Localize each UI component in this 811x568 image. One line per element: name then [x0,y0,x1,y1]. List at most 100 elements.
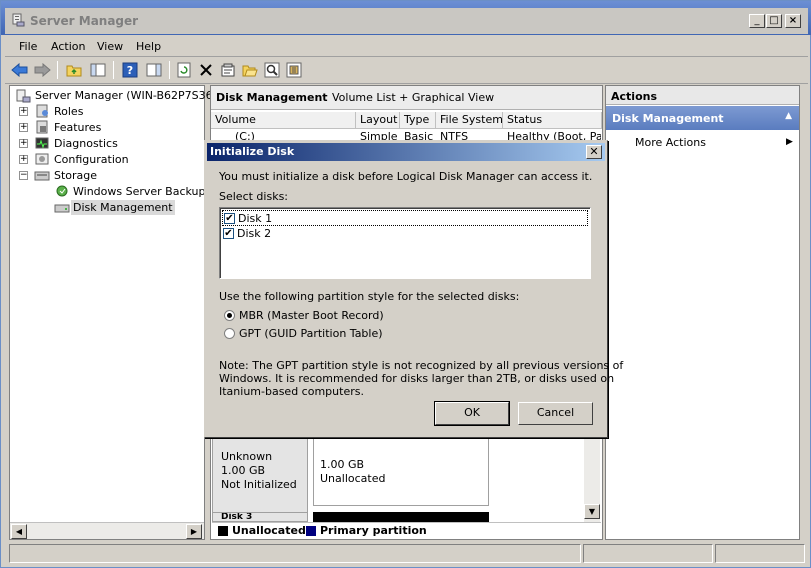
actions-section-disk-management[interactable]: Disk Management ▲ [606,106,799,130]
back-icon[interactable] [11,61,29,79]
forward-icon[interactable] [33,61,51,79]
dialog-title-bar: Initialize Disk ✕ [207,143,605,161]
open-folder-icon[interactable] [241,61,259,79]
tree-item-diagnostics[interactable]: Diagnostics [54,137,118,150]
expand-diagnostics-icon[interactable]: + [19,139,28,148]
column-status[interactable]: Status [503,112,602,129]
scroll-right-icon[interactable]: ▶ [186,524,202,539]
next-disk-header[interactable]: Disk 3 [212,512,308,522]
unallocated-swatch [218,526,228,536]
server-manager-icon [12,13,25,27]
mbr-label[interactable]: MBR (Master Boot Record) [239,309,384,322]
tree-item-windows-server-backup[interactable]: Windows Server Backup [73,185,206,198]
disk-management-icon [54,204,70,213]
gpt-note-line-2: Windows. It is recommended for disks lar… [219,372,615,385]
mbr-radio[interactable] [224,310,235,321]
search-icon[interactable] [263,61,281,79]
collapse-up-icon[interactable]: ▲ [785,111,792,121]
primary-partition-swatch [306,526,316,536]
dialog-title: Initialize Disk [210,145,295,158]
toolbar: ? [5,57,808,84]
next-disk-bar [313,512,489,522]
list-item[interactable]: ✔ Disk 2 [222,226,588,242]
center-title: Disk Management [216,91,328,104]
tree-item-disk-management[interactable]: Disk Management [71,200,175,215]
maximize-button[interactable]: □ [766,14,782,28]
help-icon[interactable]: ? [121,61,139,79]
close-button[interactable]: × [785,14,801,28]
partition-style-label: Use the following partition style for th… [219,290,520,303]
menu-help[interactable]: Help [136,40,161,53]
tree-item-features[interactable]: Features [54,121,101,134]
expand-features-icon[interactable]: + [19,123,28,132]
gpt-note-line-1: Note: The GPT partition style is not rec… [219,359,624,372]
gpt-radio[interactable] [224,328,235,339]
delete-icon[interactable] [197,61,215,79]
status-bar [5,542,808,565]
menu-view[interactable]: View [97,40,123,53]
actions-pane: Actions Disk Management ▲ More Actions ▶ [605,85,800,540]
tree-item-configuration[interactable]: Configuration [54,153,129,166]
roles-icon [36,104,48,118]
disk-2-label: Disk 2 [237,227,272,240]
menu-bar: File Action View Help [5,35,808,57]
expand-roles-icon[interactable]: + [19,107,28,116]
window-title: Server Manager [30,14,139,28]
list-item[interactable]: ✔ Disk 1 [222,210,588,226]
legend-primary-partition: Primary partition [320,524,427,537]
gpt-label[interactable]: GPT (GUID Partition Table) [239,327,383,340]
show-action-pane-icon[interactable] [145,61,163,79]
tree-item-server-manager[interactable]: Server Manager (WIN-B62P7S3667 [35,89,227,102]
dialog-close-button[interactable]: ✕ [586,145,602,159]
tree-horizontal-scrollbar[interactable]: ◀ ▶ [10,522,204,539]
storage-icon [34,171,50,181]
disk-info-block[interactable]: Unknown 1.00 GB Not Initialized [212,436,308,516]
menu-file[interactable]: File [19,40,37,53]
properties-icon[interactable] [219,61,237,79]
center-view-label: Volume List + Graphical View [332,91,495,104]
menu-action[interactable]: Action [51,40,85,53]
column-volume[interactable]: Volume [211,112,356,129]
up-folder-icon[interactable] [65,61,83,79]
expand-configuration-icon[interactable]: + [19,155,28,164]
partition-size-label: 1.00 GB [320,458,365,471]
ok-button[interactable]: OK [434,401,510,426]
server-manager-icon [16,89,31,103]
cancel-button[interactable]: Cancel [518,402,593,425]
svg-text:?: ? [127,64,133,77]
scroll-down-icon[interactable]: ▼ [584,504,600,519]
column-file-system[interactable]: File System [436,112,503,129]
disk-list: ✔ Disk 1 ✔ Disk 2 [219,207,591,279]
column-type[interactable]: Type [400,112,436,129]
graphical-vertical-scrollbar[interactable]: ▼ [584,436,600,522]
column-layout[interactable]: Layout [356,112,400,129]
collapse-storage-icon[interactable]: − [19,171,28,180]
disk-type-label: Unknown [221,450,273,463]
select-disks-label: Select disks: [219,190,289,203]
next-disk-label: Disk 3 [221,512,253,522]
disk-1-checkbox[interactable]: ✔ [224,213,235,224]
unallocated-partition[interactable]: 1.00 GB Unallocated [313,436,489,506]
features-icon [36,120,48,134]
minimize-button[interactable]: _ [749,14,765,28]
more-actions-label: More Actions [635,136,706,149]
initialize-disk-dialog: Initialize Disk ✕ You must initialize a … [204,140,623,438]
refresh-icon[interactable] [175,61,193,79]
show-hide-tree-icon[interactable] [89,61,107,79]
more-actions-item[interactable]: More Actions [635,136,706,149]
chevron-right-icon: ▶ [786,137,793,147]
disk-size-label: 1.00 GB [221,464,266,477]
legend-unallocated: Unallocated [232,524,306,537]
partition-state-label: Unallocated [320,472,386,485]
disk-2-checkbox[interactable]: ✔ [223,228,234,239]
scroll-left-icon[interactable]: ◀ [11,524,27,539]
diagnostics-icon [35,137,49,149]
gpt-note-line-3: Itanium-based computers. [219,385,364,398]
server-manager-window: Server Manager _ □ × File Action View He… [0,0,811,568]
configuration-icon [35,153,49,165]
backup-icon [56,185,68,197]
disk-settings-icon[interactable] [285,61,303,79]
tree-item-storage[interactable]: Storage [54,169,97,182]
tree-item-roles[interactable]: Roles [54,105,83,118]
disk-status-label: Not Initialized [221,478,297,491]
